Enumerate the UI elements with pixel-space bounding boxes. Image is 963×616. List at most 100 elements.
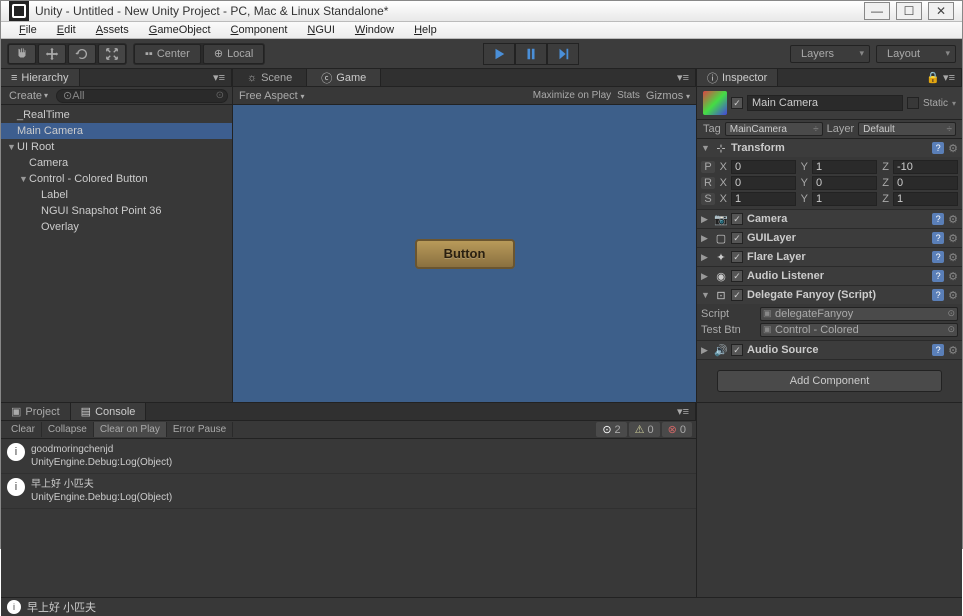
error-count-badge[interactable]: ⊗0: [662, 422, 692, 437]
menu-assets[interactable]: Assets: [86, 22, 139, 38]
transform-z-input[interactable]: [893, 192, 958, 206]
component-enabled-checkbox[interactable]: ✓: [731, 251, 743, 263]
project-tab[interactable]: ▣Project: [1, 403, 71, 420]
component-enabled-checkbox[interactable]: ✓: [731, 344, 743, 356]
console-error-pause-toggle[interactable]: Error Pause: [167, 422, 233, 437]
component-header[interactable]: ▶📷✓Camera?⚙: [697, 210, 962, 228]
help-icon[interactable]: ?: [932, 344, 944, 356]
ngui-button[interactable]: Button: [415, 239, 515, 269]
hierarchy-item[interactable]: _RealTime: [1, 107, 232, 123]
hierarchy-item[interactable]: ▼Control - Colored Button: [1, 171, 232, 187]
bottom-panel-options-button[interactable]: ▾≡: [671, 403, 696, 420]
inspector-lock-button[interactable]: 🔒 ▾≡: [920, 69, 962, 86]
center-panel-options-button[interactable]: ▾≡: [671, 69, 696, 86]
play-button[interactable]: [483, 43, 515, 65]
console-log-entry[interactable]: igoodmoringchenjdUnityEngine.Debug:Log(O…: [1, 439, 696, 474]
menu-gameobject[interactable]: GameObject: [139, 22, 221, 38]
inspector-tab[interactable]: ⓘ Inspector: [697, 69, 778, 86]
hierarchy-tab[interactable]: ≡ Hierarchy: [1, 69, 80, 86]
gear-icon[interactable]: ⚙: [948, 344, 958, 357]
console-clear-button[interactable]: Clear: [5, 422, 42, 437]
rotate-tool-button[interactable]: [68, 44, 96, 64]
delegate-component-header[interactable]: ▼ ⊡ ✓ Delegate Fanyoy (Script) ? ⚙: [697, 286, 962, 304]
pivot-local-button[interactable]: ⊕Local: [203, 44, 265, 64]
hierarchy-item[interactable]: Label: [1, 187, 232, 203]
console-tab[interactable]: ▤Console: [71, 403, 147, 420]
menu-help[interactable]: Help: [404, 22, 447, 38]
layout-dropdown[interactable]: Layout: [876, 45, 956, 63]
hand-tool-button[interactable]: [8, 44, 36, 64]
maximize-button[interactable]: ☐: [896, 2, 922, 20]
component-enabled-checkbox[interactable]: ✓: [731, 270, 743, 282]
transform-z-input[interactable]: [893, 176, 958, 190]
component-header[interactable]: ▶▢✓GUILayer?⚙: [697, 229, 962, 247]
help-icon[interactable]: ?: [932, 251, 944, 263]
maximize-on-play-toggle[interactable]: Maximize on Play: [533, 90, 611, 101]
panel-options-button[interactable]: ▾≡: [207, 69, 232, 86]
transform-y-input[interactable]: [812, 176, 877, 190]
pivot-center-button[interactable]: ▪▪Center: [134, 44, 201, 64]
static-checkbox[interactable]: [907, 97, 919, 109]
help-icon[interactable]: ?: [932, 270, 944, 282]
hierarchy-item[interactable]: Main Camera: [1, 123, 232, 139]
static-dropdown-icon[interactable]: ▾: [952, 99, 956, 108]
gear-icon[interactable]: ⚙: [948, 251, 958, 264]
help-icon[interactable]: ?: [932, 289, 944, 301]
tag-dropdown[interactable]: MainCamera: [725, 122, 823, 136]
move-tool-button[interactable]: [38, 44, 66, 64]
component-header[interactable]: ▶◉✓Audio Listener?⚙: [697, 267, 962, 285]
minimize-button[interactable]: —: [864, 2, 890, 20]
script-field[interactable]: delegateFanyoy: [760, 307, 958, 321]
menu-edit[interactable]: Edit: [47, 22, 86, 38]
transform-x-input[interactable]: [731, 192, 796, 206]
help-icon[interactable]: ?: [932, 142, 944, 154]
transform-y-input[interactable]: [812, 160, 877, 174]
layer-dropdown[interactable]: Default: [858, 122, 956, 136]
help-icon[interactable]: ?: [932, 232, 944, 244]
component-enabled-checkbox[interactable]: ✓: [731, 213, 743, 225]
menu-file[interactable]: File: [9, 22, 47, 38]
gear-icon[interactable]: ⚙: [948, 232, 958, 245]
audio-source-component-header[interactable]: ▶ 🔊 ✓ Audio Source ? ⚙: [697, 341, 962, 359]
scene-tab[interactable]: ☼Scene: [233, 69, 307, 86]
transform-x-input[interactable]: [731, 160, 796, 174]
console-clear-on-play-toggle[interactable]: Clear on Play: [94, 422, 167, 437]
game-canvas[interactable]: Button: [233, 105, 696, 402]
transform-component-header[interactable]: ▼ ⊹ Transform ? ⚙: [697, 139, 962, 157]
hierarchy-item[interactable]: ▼UI Root: [1, 139, 232, 155]
console-list[interactable]: igoodmoringchenjdUnityEngine.Debug:Log(O…: [1, 439, 696, 597]
component-enabled-checkbox[interactable]: ✓: [731, 289, 743, 301]
menu-ngui[interactable]: NGUI: [297, 22, 345, 38]
info-count-badge[interactable]: ⊙2: [596, 422, 626, 437]
transform-z-input[interactable]: [893, 160, 958, 174]
hierarchy-list[interactable]: _RealTimeMain Camera▼UI RootCamera▼Contr…: [1, 105, 232, 402]
hierarchy-create-dropdown[interactable]: Create ▾: [5, 89, 52, 103]
hierarchy-item[interactable]: NGUI Snapshot Point 36: [1, 203, 232, 219]
gameobject-name-input[interactable]: [747, 95, 903, 111]
menu-component[interactable]: Component: [221, 22, 298, 38]
component-enabled-checkbox[interactable]: ✓: [731, 232, 743, 244]
warn-count-badge[interactable]: ⚠0: [629, 422, 660, 437]
testbtn-field[interactable]: Control - Colored: [760, 323, 958, 337]
transform-y-input[interactable]: [812, 192, 877, 206]
close-button[interactable]: ✕: [928, 2, 954, 20]
component-header[interactable]: ▶✦✓Flare Layer?⚙: [697, 248, 962, 266]
gear-icon[interactable]: ⚙: [948, 270, 958, 283]
console-log-entry[interactable]: i早上好 小匹夫UnityEngine.Debug:Log(Object): [1, 474, 696, 509]
hierarchy-search-input[interactable]: ⊙All: [56, 89, 228, 103]
step-button[interactable]: [547, 43, 579, 65]
aspect-dropdown[interactable]: Free Aspect ▾: [239, 90, 305, 102]
gear-icon[interactable]: ⚙: [948, 289, 958, 302]
gear-icon[interactable]: ⚙: [948, 213, 958, 226]
layers-dropdown[interactable]: Layers: [790, 45, 870, 63]
add-component-button[interactable]: Add Component: [717, 370, 942, 392]
gizmos-dropdown[interactable]: Gizmos ▾: [646, 90, 690, 102]
stats-toggle[interactable]: Stats: [617, 90, 640, 101]
hierarchy-item[interactable]: Camera: [1, 155, 232, 171]
gameobject-active-checkbox[interactable]: ✓: [731, 97, 743, 109]
gear-icon[interactable]: ⚙: [948, 142, 958, 155]
menu-window[interactable]: Window: [345, 22, 404, 38]
game-tab[interactable]: ⓒGame: [307, 69, 381, 86]
help-icon[interactable]: ?: [932, 213, 944, 225]
hierarchy-item[interactable]: Overlay: [1, 219, 232, 235]
